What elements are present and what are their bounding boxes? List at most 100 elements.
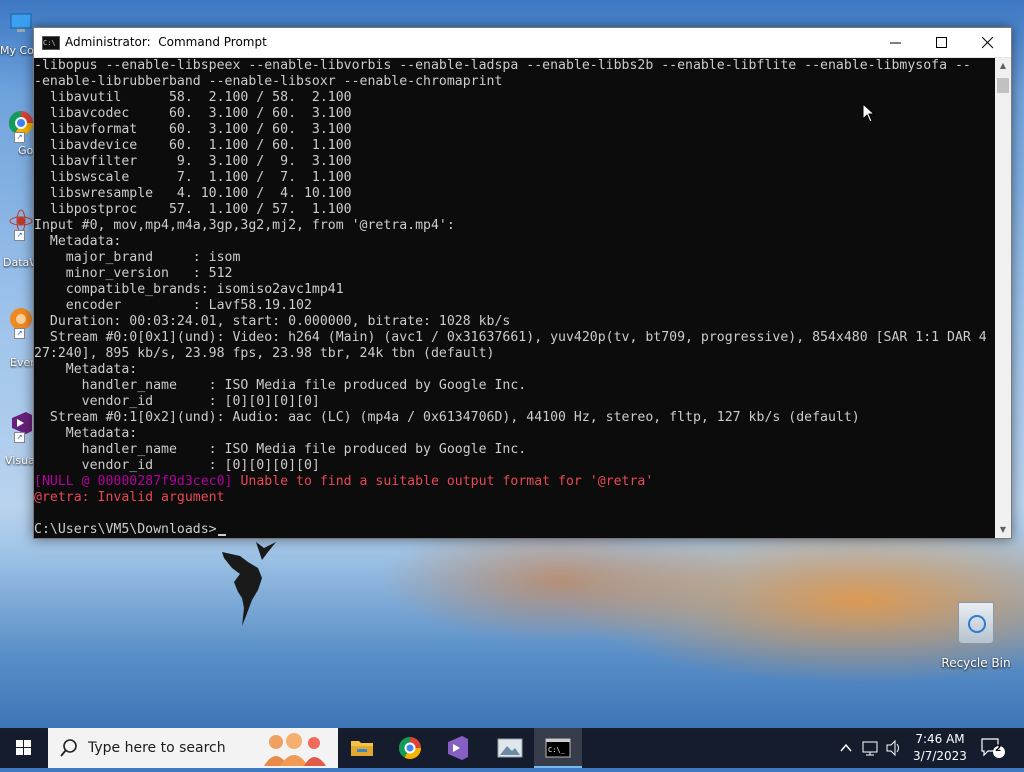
windows-logo-icon xyxy=(16,740,31,755)
recycle-bin-icon xyxy=(958,602,994,644)
svg-text:C:\_: C:\_ xyxy=(548,746,566,754)
console-text: libswresample 4. 10.100 / 4. 10.100 xyxy=(34,186,352,201)
taskbar-google-chrome[interactable] xyxy=(386,728,434,768)
console-line: @retra: Invalid argument xyxy=(34,490,994,506)
console-line: -libopus --enable-libspeex --enable-libv… xyxy=(34,58,994,74)
taskbar-search-box[interactable]: Type here to search xyxy=(48,728,338,768)
console-line: minor_version : 512 xyxy=(34,266,994,282)
console-line: libavformat 60. 3.100 / 60. 3.100 xyxy=(34,122,994,138)
scroll-up-icon[interactable]: ▲ xyxy=(995,58,1011,74)
console-text: handler_name : ISO Media file produced b… xyxy=(34,442,527,457)
console-text: encoder : Lavf58.19.102 xyxy=(34,298,312,313)
console-line: Stream #0:1[0x2](und): Audio: aac (LC) (… xyxy=(34,410,994,426)
console-text: Metadata: xyxy=(34,234,122,249)
volume-icon[interactable] xyxy=(884,728,904,768)
text-cursor xyxy=(217,534,226,536)
console-line: Input #0, mov,mp4,m4a,3gp,3g2,mj2, from … xyxy=(34,218,994,234)
start-button[interactable] xyxy=(0,728,48,768)
scroll-down-icon[interactable]: ▼ xyxy=(995,522,1011,538)
taskbar: Type here to search C:\_ 7:46 AM 3/7/202… xyxy=(0,728,1024,768)
shortcut-arrow-icon: ↗ xyxy=(14,230,25,241)
console-line: major_brand : isom xyxy=(34,250,994,266)
console-text: 27:240], 895 kb/s, 23.98 fps, 23.98 tbr,… xyxy=(34,346,495,361)
console-output[interactable]: -libopus --enable-libspeex --enable-libv… xyxy=(34,58,994,538)
notification-icon xyxy=(981,738,1005,758)
taskbar-visual-studio[interactable] xyxy=(434,728,482,768)
console-text: libpostproc 57. 1.100 / 57. 1.100 xyxy=(34,202,352,217)
console-line: Metadata: xyxy=(34,362,994,378)
taskbar-clock[interactable]: 7:46 AM 3/7/2023 xyxy=(905,731,975,765)
console-line: vendor_id : [0][0][0][0] xyxy=(34,394,994,410)
console-line: vendor_id : [0][0][0][0] xyxy=(34,458,994,474)
cmd-app-icon[interactable]: C:\ xyxy=(42,36,60,50)
vertical-scrollbar[interactable]: ▲ ▼ xyxy=(995,58,1011,538)
console-text: Metadata: xyxy=(34,362,138,377)
maximize-button[interactable] xyxy=(919,28,965,57)
console-text: libavdevice 60. 1.100 / 60. 1.100 xyxy=(34,138,352,153)
console-text: Metadata: xyxy=(34,426,138,441)
cmd-icon: C:\_ xyxy=(545,738,571,758)
taskbar-image-viewer[interactable] xyxy=(486,728,534,768)
console-line: 27:240], 895 kb/s, 23.98 fps, 23.98 tbr,… xyxy=(34,346,994,362)
clock-time: 7:46 AM xyxy=(915,732,965,746)
title-bar[interactable]: C:\ Administrator: Command Prompt xyxy=(34,28,1011,58)
action-center-button[interactable]: 2 xyxy=(980,736,1006,760)
console-text: @retra: Invalid argument xyxy=(34,490,225,505)
window-title: Administrator: Command Prompt xyxy=(65,35,267,49)
console-line: libavdevice 60. 1.100 / 60. 1.100 xyxy=(34,138,994,154)
folder-icon xyxy=(351,741,373,756)
console-line: libswresample 4. 10.100 / 4. 10.100 xyxy=(34,186,994,202)
console-text: libavfilter 9. 3.100 / 9. 3.100 xyxy=(34,154,352,169)
console-line: [NULL @ 00000287f9d3cec0] Unable to find… xyxy=(34,474,994,490)
console-line: Duration: 00:03:24.01, start: 0.000000, … xyxy=(34,314,994,330)
console-line: encoder : Lavf58.19.102 xyxy=(34,298,994,314)
console-text: Stream #0:0[0x1](und): Video: h264 (Main… xyxy=(34,330,987,345)
console-text: libavutil 58. 2.100 / 58. 2.100 xyxy=(34,90,352,105)
console-line: libavutil 58. 2.100 / 58. 2.100 xyxy=(34,90,994,106)
console-text-segment: Unable to find a suitable output format … xyxy=(232,474,654,489)
maximize-icon xyxy=(936,37,947,48)
console-text: Stream #0:1[0x2](und): Audio: aac (LC) (… xyxy=(34,410,860,425)
console-text-segment: [NULL @ 00000287f9d3cec0] xyxy=(34,474,233,489)
close-icon xyxy=(982,37,994,49)
console-line: libavcodec 60. 3.100 / 60. 3.100 xyxy=(34,106,994,122)
chrome-icon xyxy=(399,737,421,759)
console-text: -enable-librubberband --enable-libsoxr -… xyxy=(34,74,503,89)
console-line: compatible_brands: isomiso2avc1mp41 xyxy=(34,282,994,298)
console-text: libavformat 60. 3.100 / 60. 3.100 xyxy=(34,122,352,137)
desktop-icon-recycle-bin[interactable]: Recycle Bin xyxy=(940,600,1012,670)
recycle-bin-label: Recycle Bin xyxy=(941,656,1011,670)
scrollbar-thumb[interactable] xyxy=(997,78,1009,93)
console-text: minor_version : 512 xyxy=(34,266,233,281)
console-line: libswscale 7. 1.100 / 7. 1.100 xyxy=(34,170,994,186)
visual-studio-icon xyxy=(448,736,468,760)
taskbar-command-prompt[interactable]: C:\_ xyxy=(534,728,582,768)
notification-count: 2 xyxy=(995,744,1002,754)
console-text: libavcodec 60. 3.100 / 60. 3.100 xyxy=(34,106,352,121)
console-text: -libopus --enable-libspeex --enable-libv… xyxy=(34,58,971,73)
shortcut-arrow-icon: ↗ xyxy=(14,328,25,339)
search-highlight-people-icon xyxy=(258,732,336,766)
console-text: handler_name : ISO Media file produced b… xyxy=(34,378,527,393)
minimize-button[interactable] xyxy=(873,28,919,57)
photos-icon xyxy=(497,738,523,758)
monitor-icon xyxy=(8,10,34,36)
console-line: handler_name : ISO Media file produced b… xyxy=(34,442,994,458)
console-text: vendor_id : [0][0][0][0] xyxy=(34,394,320,409)
console-line: C:\Users\VM5\Downloads> xyxy=(34,522,994,538)
search-icon xyxy=(60,739,78,757)
console-line: Metadata: xyxy=(34,234,994,250)
search-placeholder: Type here to search xyxy=(88,740,226,756)
console-line: libpostproc 57. 1.100 / 57. 1.100 xyxy=(34,202,994,218)
mouse-pointer-icon xyxy=(862,102,876,123)
taskbar-file-explorer[interactable] xyxy=(338,728,386,768)
console-line: -enable-librubberband --enable-libsoxr -… xyxy=(34,74,994,90)
console-line: libavfilter 9. 3.100 / 9. 3.100 xyxy=(34,154,994,170)
close-button[interactable] xyxy=(965,28,1011,57)
tray-overflow-chevron-icon[interactable] xyxy=(838,728,854,768)
console-text: major_brand : isom xyxy=(34,250,241,265)
clock-date: 3/7/2023 xyxy=(913,749,967,763)
console-line: handler_name : ISO Media file produced b… xyxy=(34,378,994,394)
network-icon[interactable] xyxy=(861,728,883,768)
